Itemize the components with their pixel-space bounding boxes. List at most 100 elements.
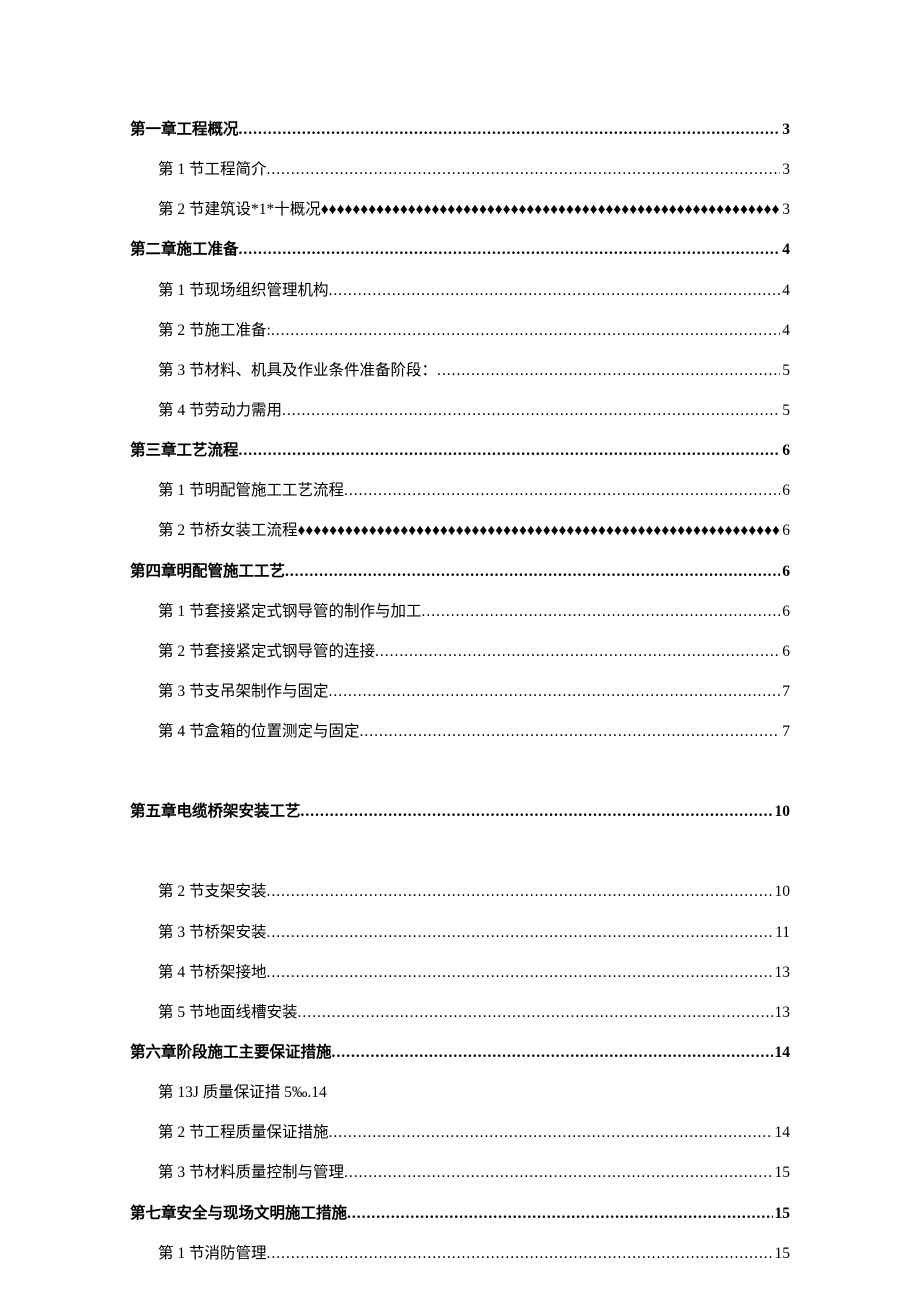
toc-entry-text: 第 3 节桥架安装 xyxy=(158,923,267,943)
toc-entry-text: 第 4 节桥架接地 xyxy=(158,963,267,983)
toc-entry-text: 第 2 节工程质量保证措施 xyxy=(158,1123,329,1143)
toc-leader-dots xyxy=(344,481,780,501)
toc-section: 第 3 节材料、机具及作业条件准备阶段： 5 xyxy=(158,361,790,381)
toc-page-number: 4 xyxy=(780,240,790,260)
toc-page-number: 5 xyxy=(780,401,790,421)
toc-page-number: 5 xyxy=(780,361,790,381)
toc-section: 第 1 节现场组织管理机构 4 xyxy=(158,281,790,301)
toc-section: 第 5 节地面线槽安装 13 xyxy=(158,1003,790,1023)
toc-entry-text: 第 3 节支吊架制作与固定 xyxy=(158,682,329,702)
toc-section: 第 4 节劳动力需用 5 xyxy=(158,401,790,421)
toc-chapter: 第三章工艺流程 6 xyxy=(130,441,790,461)
toc-section: 第 2 节套接紧定式钢导管的连接 6 xyxy=(158,642,790,662)
toc-entry-text: 第四章明配管施工工艺 xyxy=(130,562,285,582)
toc-gap xyxy=(130,842,790,882)
toc-leader-dots xyxy=(239,240,781,260)
toc-leader-dots xyxy=(267,160,781,180)
toc-entry-text: 第 2 节支架安装 xyxy=(158,882,267,902)
toc-leader-dots xyxy=(239,120,781,140)
toc-section: 第 1 节明配管施工工艺流程 6 xyxy=(158,481,790,501)
toc-leader-dots xyxy=(285,562,780,582)
toc-leader-dots xyxy=(282,401,780,421)
toc-page-number: 13 xyxy=(773,1003,791,1023)
toc-section: 第 2 节桥女装工流程 6 xyxy=(158,521,790,541)
toc-entry-text: 第一章工程概况 xyxy=(130,120,239,140)
toc-leader-dots xyxy=(360,722,781,742)
toc-page-number: 4 xyxy=(780,281,790,301)
toc-entry-text: 第 1 节消防管理 xyxy=(158,1244,267,1264)
toc-page-number: 4 xyxy=(780,321,790,341)
toc-chapter: 第七章安全与现场文明施工措施 15 xyxy=(130,1204,790,1224)
toc-section: 第 1 节消防管理 15 xyxy=(158,1244,790,1264)
toc-entry-text: 第 1 节明配管施工工艺流程 xyxy=(158,481,344,501)
toc-section: 第 13J 质量保证措 5‰.14 xyxy=(158,1083,790,1103)
toc-entry-text: 第 2 节建筑设*1*十概况 xyxy=(158,200,321,220)
toc-page-number: 11 xyxy=(773,923,790,943)
toc-leader-dots xyxy=(267,963,773,983)
toc-entry-text: 第 1 节现场组织管理机构 xyxy=(158,281,329,301)
toc-page-number: 6 xyxy=(780,521,790,541)
toc-section: 第 3 节材料质量控制与管理15 xyxy=(158,1163,790,1183)
toc-leader-dots xyxy=(347,1204,772,1224)
toc-page-number: 15 xyxy=(773,1244,791,1264)
toc-chapter: 第六章阶段施工主要保证措施14 xyxy=(130,1043,790,1063)
toc-entry-text: 第三章工艺流程 xyxy=(130,441,239,461)
toc-section: 第 2 节建筑设*1*十概况3 xyxy=(158,200,790,220)
toc-page-number: 3 xyxy=(780,120,790,140)
toc-chapter: 第四章明配管施工工艺 6 xyxy=(130,562,790,582)
toc-page-number: 7 xyxy=(780,682,790,702)
toc-leader-diamond xyxy=(298,521,781,541)
toc-entry-text: 第 1 节工程简介 xyxy=(158,160,267,180)
toc-chapter: 第二章施工准备4 xyxy=(130,240,790,260)
toc-page-number: 14 xyxy=(773,1123,791,1143)
toc-section: 第 2 节施工准备: 4 xyxy=(158,321,790,341)
toc-entry-text: 第 5 节地面线槽安装 xyxy=(158,1003,298,1023)
toc-leader-dots xyxy=(344,1163,772,1183)
toc-section: 第 4 节桥架接地 13 xyxy=(158,963,790,983)
toc-page-number: 3 xyxy=(780,160,790,180)
toc-entry-text: 第 3 节材料、机具及作业条件准备阶段： xyxy=(158,361,437,381)
toc-entry-text: 第 3 节材料质量控制与管理 xyxy=(158,1163,344,1183)
toc-leader-dots xyxy=(267,882,773,902)
toc-leader-dots xyxy=(329,682,781,702)
toc-page-number: 6 xyxy=(780,481,790,501)
toc-page-number: 6 xyxy=(780,602,790,622)
toc-leader-dots xyxy=(329,1123,773,1143)
toc-entry-text: 第 4 节盒箱的位置测定与固定 xyxy=(158,722,360,742)
toc-leader-diamond xyxy=(321,200,780,220)
toc-entry-text: 第七章安全与现场文明施工措施 xyxy=(130,1204,347,1224)
toc-section: 第 1 节套接紧定式钢导管的制作与加工 6 xyxy=(158,602,790,622)
toc-section: 第 2 节支架安装 10 xyxy=(158,882,790,902)
toc-page-number: 6 xyxy=(780,642,790,662)
toc-leader-dots xyxy=(437,361,780,381)
toc-entry-text: 第 1 节套接紧定式钢导管的制作与加工 xyxy=(158,602,422,622)
toc-chapter: 第一章工程概况 3 xyxy=(130,120,790,140)
toc-page-number: 10 xyxy=(773,802,791,822)
toc-entry-text: 第 2 节施工准备: xyxy=(158,321,271,341)
toc-leader-dots xyxy=(267,1244,773,1264)
toc-leader-dots xyxy=(332,1043,773,1063)
toc-entry-text: 第 4 节劳动力需用 xyxy=(158,401,282,421)
toc-leader-dots xyxy=(301,802,773,822)
table-of-contents: 第一章工程概况 3 第 1 节工程简介 3 第 2 节建筑设*1*十概况3 第二章施工准备… xyxy=(130,120,790,1264)
toc-page-number: 13 xyxy=(773,963,791,983)
toc-entry-text: 第 2 节套接紧定式钢导管的连接 xyxy=(158,642,375,662)
toc-section: 第 1 节工程简介 3 xyxy=(158,160,790,180)
toc-leader-dots xyxy=(422,602,781,622)
toc-page-number: 6 xyxy=(780,562,790,582)
toc-page-number: 6 xyxy=(780,441,790,461)
toc-section: 第 4 节盒箱的位置测定与固定7 xyxy=(158,722,790,742)
toc-section: 第 3 节桥架安装 11 xyxy=(158,923,790,943)
toc-section: 第 2 节工程质量保证措施 14 xyxy=(158,1123,790,1143)
toc-leader-dots xyxy=(375,642,780,662)
toc-leader-dots xyxy=(267,923,774,943)
toc-entry-text: 第 2 节桥女装工流程 xyxy=(158,521,298,541)
toc-leader-dots xyxy=(329,281,781,301)
toc-page-number: 10 xyxy=(773,882,791,902)
toc-entry-text: 第 13J 质量保证措 5‰.14 xyxy=(158,1083,327,1103)
toc-page-number: 15 xyxy=(773,1204,791,1224)
toc-gap xyxy=(130,762,790,802)
toc-chapter: 第五章电缆桥架安装工艺 10 xyxy=(130,802,790,822)
toc-entry-text: 第五章电缆桥架安装工艺 xyxy=(130,802,301,822)
toc-leader-dots xyxy=(298,1003,773,1023)
